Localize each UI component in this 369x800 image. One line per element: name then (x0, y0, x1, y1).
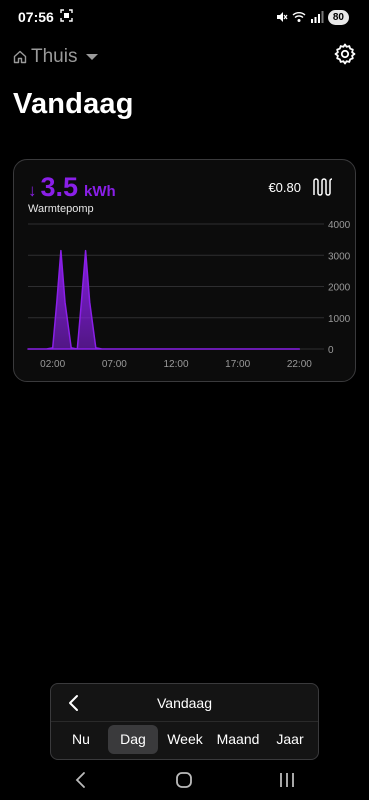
x-tick-label: 22:00 (287, 359, 312, 370)
back-icon[interactable] (70, 770, 92, 790)
screenshot-icon (60, 9, 73, 22)
x-tick-label: 02:00 (40, 359, 65, 370)
energy-card[interactable]: ↓ 3.5 kWh Warmtepomp €0.80 4000 3000 2000 1… (13, 159, 356, 382)
system-nav-bar (0, 760, 369, 800)
tab-dag[interactable]: Dag (108, 725, 158, 754)
wifi-icon (292, 12, 306, 22)
status-icons: 80 (276, 9, 349, 25)
dropdown-caret-icon (86, 54, 99, 60)
mute-icon (276, 12, 288, 22)
x-tick-label: 07:00 (102, 359, 127, 370)
y-tick-label: 3000 (328, 251, 351, 262)
period-title: Vandaag (156, 695, 212, 711)
y-tick-label: 0 (328, 345, 334, 356)
y-tick-label: 2000 (328, 283, 351, 294)
x-tick-label: 17:00 (225, 359, 250, 370)
home-selector[interactable]: Thuis (13, 46, 99, 68)
series-area (27, 249, 301, 350)
status-time: 07:56 (18, 9, 54, 25)
home-icon (13, 50, 27, 64)
x-tick-label: 12:00 (163, 359, 188, 370)
tab-week[interactable]: Week (161, 725, 209, 754)
gear-icon[interactable] (333, 42, 357, 66)
period-tabs: Nu Dag Week Maand Jaar (51, 722, 318, 759)
recents-icon[interactable] (276, 770, 298, 790)
status-bar: 07:56 80 (0, 0, 369, 34)
signal-icon (310, 11, 324, 23)
home-label: Thuis (31, 46, 78, 67)
y-tick-label: 1000 (328, 314, 351, 325)
tab-nu[interactable]: Nu (57, 725, 105, 754)
home-button-icon[interactable] (173, 770, 195, 790)
period-panel: Vandaag Nu Dag Week Maand Jaar (50, 683, 319, 760)
page-title: Vandaag (13, 88, 134, 120)
tab-maand[interactable]: Maand (212, 725, 264, 754)
y-tick-label: 4000 (328, 220, 351, 231)
tab-jaar[interactable]: Jaar (267, 725, 313, 754)
top-bar: Thuis (0, 40, 369, 74)
period-header: Vandaag (51, 684, 318, 722)
energy-chart: 4000 3000 2000 1000 0 02:00 07:00 12:00 17:00 22:… (27, 220, 351, 370)
battery-icon: 80 (327, 9, 349, 25)
